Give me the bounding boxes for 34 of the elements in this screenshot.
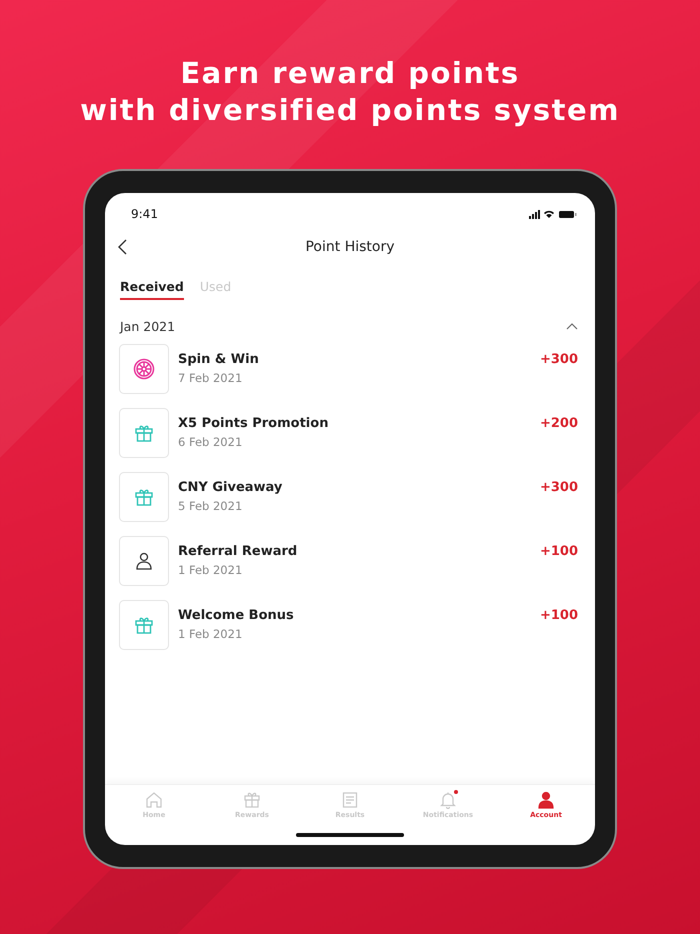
person-icon bbox=[537, 791, 555, 809]
back-button[interactable] bbox=[117, 238, 129, 256]
wheel-icon bbox=[133, 358, 155, 380]
page-title: Point History bbox=[305, 239, 395, 255]
entry-date: 1 Feb 2021 bbox=[178, 627, 244, 641]
entry-title: Welcome Bonus bbox=[178, 608, 295, 623]
entry-date: 5 Feb 2021 bbox=[178, 499, 244, 513]
entry-points: +100 bbox=[540, 543, 578, 559]
entry-title: Spin & Win bbox=[178, 352, 260, 367]
entry-date: 7 Feb 2021 bbox=[178, 371, 244, 385]
status-icons bbox=[529, 209, 577, 219]
entry-points: +200 bbox=[540, 415, 578, 431]
gift-icon bbox=[134, 423, 154, 443]
gift-icon bbox=[134, 487, 154, 507]
bell-icon bbox=[439, 791, 457, 809]
entry-title: Referral Reward bbox=[178, 544, 298, 559]
entry-points: +100 bbox=[540, 607, 578, 623]
gift-icon bbox=[243, 791, 261, 809]
tab[interactable]: Received bbox=[120, 275, 184, 300]
entry-date: 1 Feb 2021 bbox=[178, 563, 244, 577]
gift-icon bbox=[134, 615, 154, 635]
entry-title: CNY Giveaway bbox=[178, 480, 284, 495]
entry-date: 6 Feb 2021 bbox=[178, 435, 244, 449]
headline: with diversified points system bbox=[80, 93, 620, 128]
person-icon bbox=[134, 551, 154, 571]
entry-points: +300 bbox=[540, 351, 578, 367]
entry-title: X5 Points Promotion bbox=[178, 416, 330, 431]
section-title: Jan 2021 bbox=[120, 318, 176, 334]
status-time: 9:41 bbox=[131, 207, 158, 221]
home-icon bbox=[145, 791, 163, 809]
entry-points: +300 bbox=[540, 479, 578, 495]
chevron-icon[interactable] bbox=[566, 322, 578, 330]
headline: Earn reward points bbox=[180, 56, 520, 91]
document-icon bbox=[341, 791, 359, 809]
